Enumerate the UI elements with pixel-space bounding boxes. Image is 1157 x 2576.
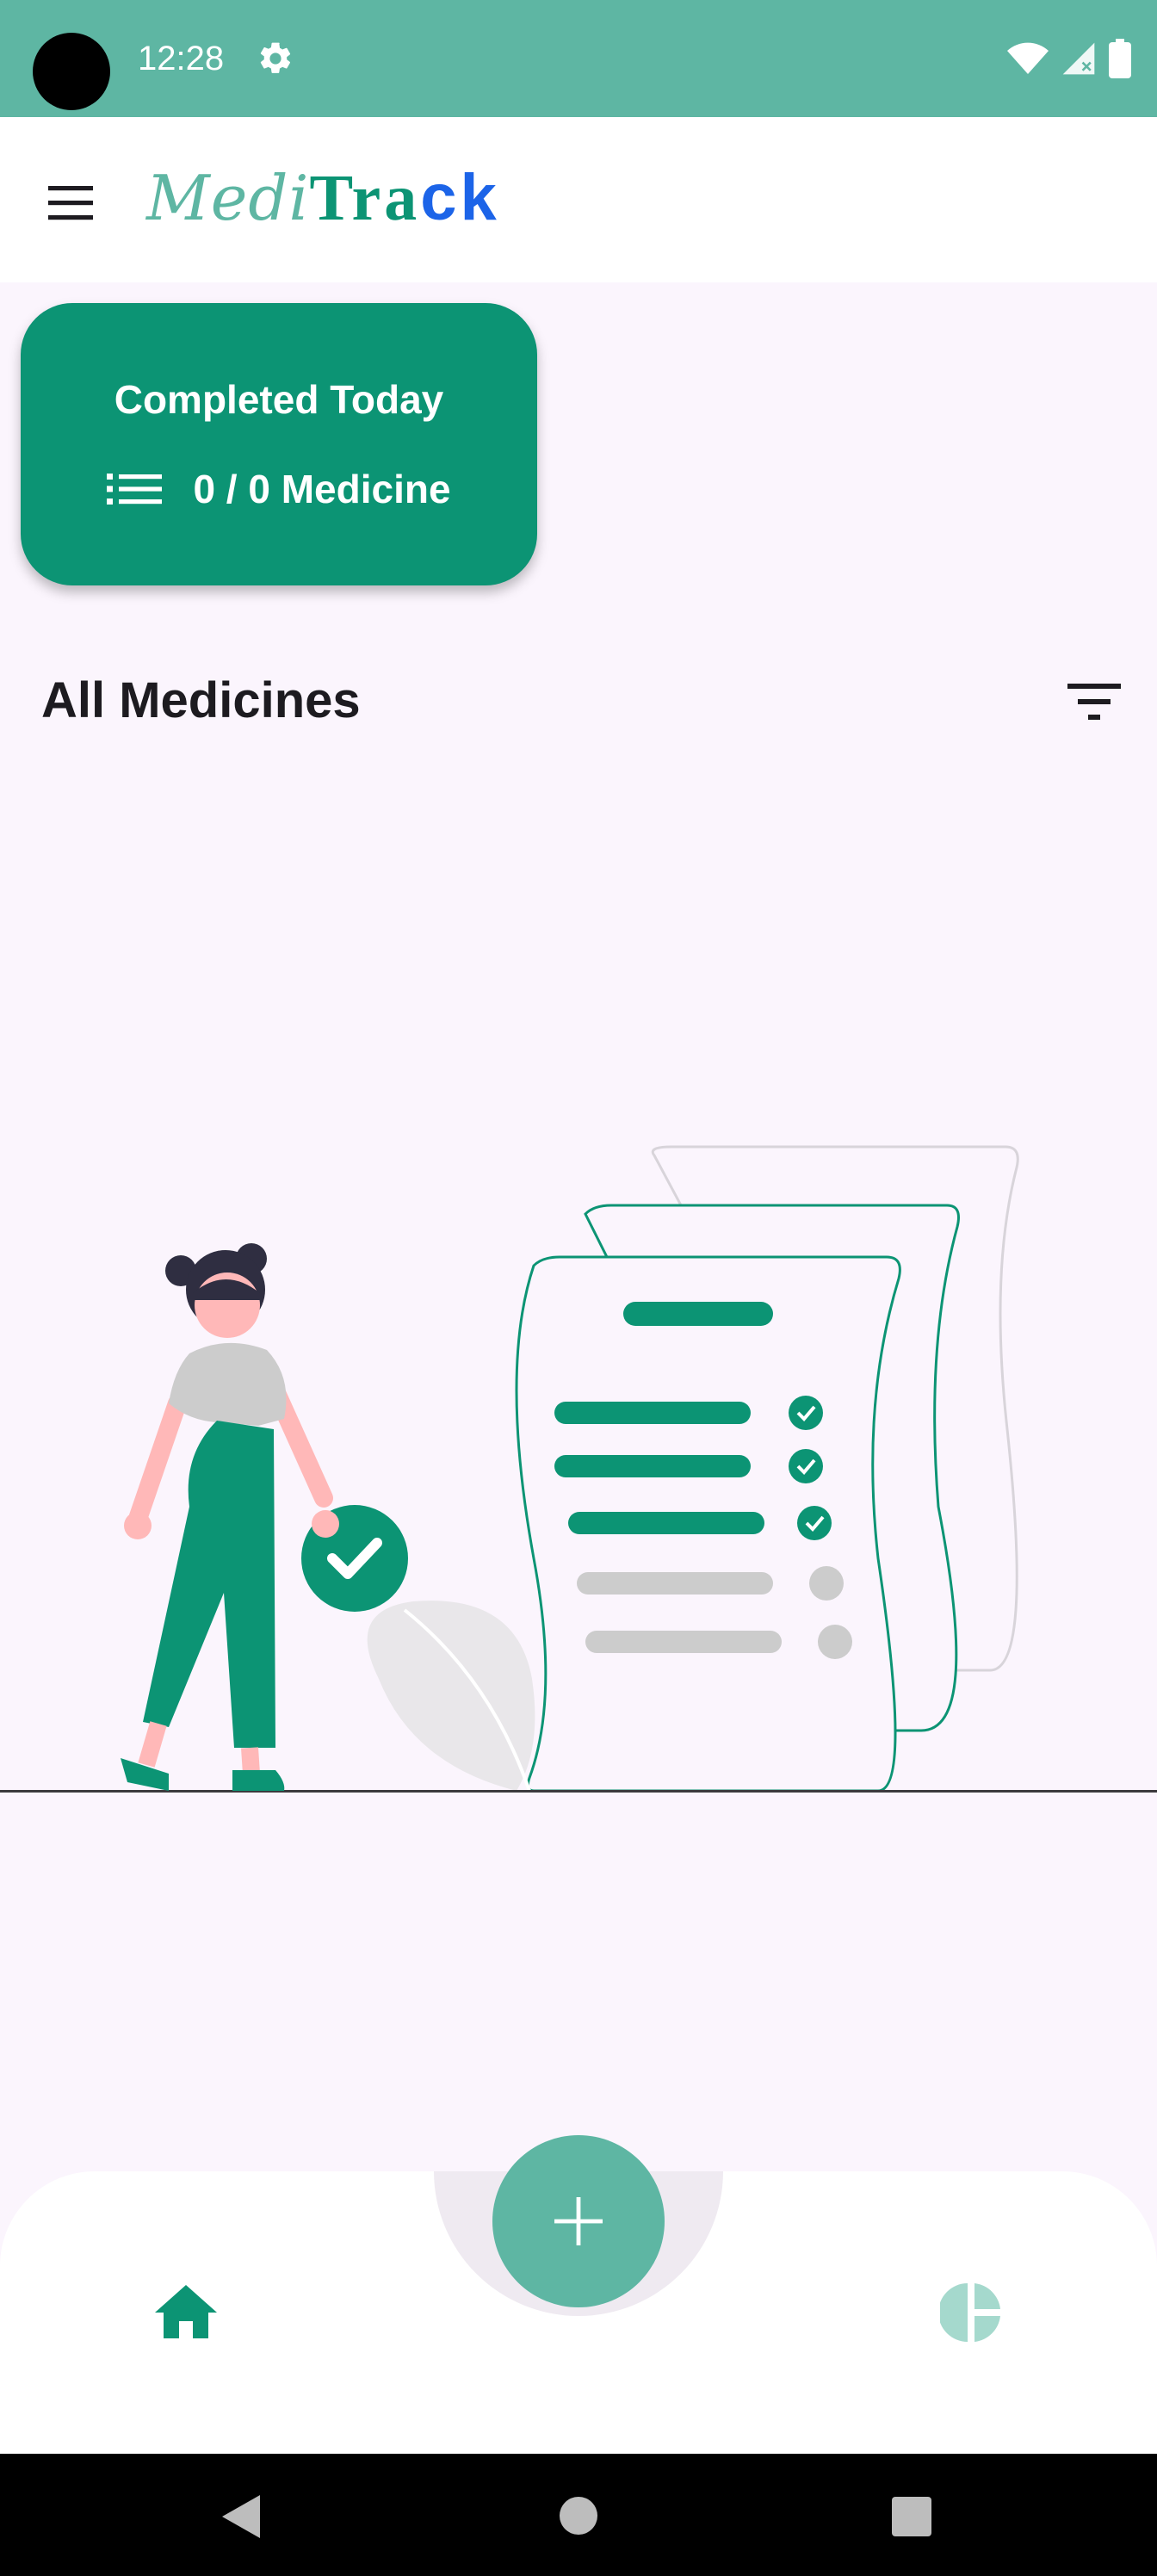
menu-icon[interactable]: [45, 183, 100, 224]
battery-icon: [1109, 39, 1131, 78]
logo-tra-text: Tra: [309, 162, 421, 234]
signal-icon: [1062, 42, 1095, 75]
paper-row-4: [577, 1572, 773, 1595]
back-icon[interactable]: [219, 2493, 262, 2540]
logo-ck-text: ck: [420, 161, 500, 234]
all-medicines-title: All Medicines: [41, 672, 361, 728]
app-bar: Medi Tra ck: [0, 117, 1157, 282]
completed-today-title: Completed Today: [114, 377, 444, 422]
status-icons: [1007, 38, 1131, 79]
person-figure: [121, 1243, 408, 1791]
row-4-dot: [809, 1566, 844, 1601]
completed-today-card[interactable]: Completed Today 0 / 0 Medicine: [21, 303, 537, 585]
completed-count-row: 0 / 0 Medicine: [21, 463, 537, 515]
wifi-icon: [1007, 42, 1049, 74]
logo-medi-text: Medi: [146, 162, 310, 234]
completed-count: 0 / 0 Medicine: [193, 467, 451, 511]
filter-icon[interactable]: [1067, 680, 1121, 723]
empty-state-illustration: [0, 1145, 1157, 1793]
camera-cutout: [33, 33, 110, 110]
paper-header-bar: [623, 1302, 773, 1326]
row-1-check-icon: [789, 1396, 823, 1430]
app-logo: Medi Tra ck: [146, 160, 500, 238]
list-icon: [107, 474, 163, 505]
row-2-check-icon: [789, 1449, 823, 1483]
settings-icon: [260, 42, 291, 73]
stats-icon[interactable]: [940, 2282, 1002, 2344]
recents-button[interactable]: [892, 2497, 931, 2536]
paper-row-5: [585, 1631, 782, 1653]
home-icon[interactable]: [153, 2283, 219, 2340]
add-medicine-button[interactable]: [492, 2135, 665, 2307]
row-3-check-icon: [797, 1506, 832, 1540]
home-button[interactable]: [560, 2497, 597, 2535]
row-5-dot: [818, 1625, 852, 1659]
status-bar: 12:28: [0, 0, 1157, 117]
add-icon: [554, 2197, 603, 2245]
paper-row-3: [568, 1512, 764, 1534]
paper-row-1: [554, 1402, 751, 1424]
leaf-shape: [367, 1601, 535, 1791]
ground-line: [0, 1790, 1157, 1793]
paper-row-2: [554, 1455, 751, 1477]
status-time: 12:28: [138, 40, 225, 77]
